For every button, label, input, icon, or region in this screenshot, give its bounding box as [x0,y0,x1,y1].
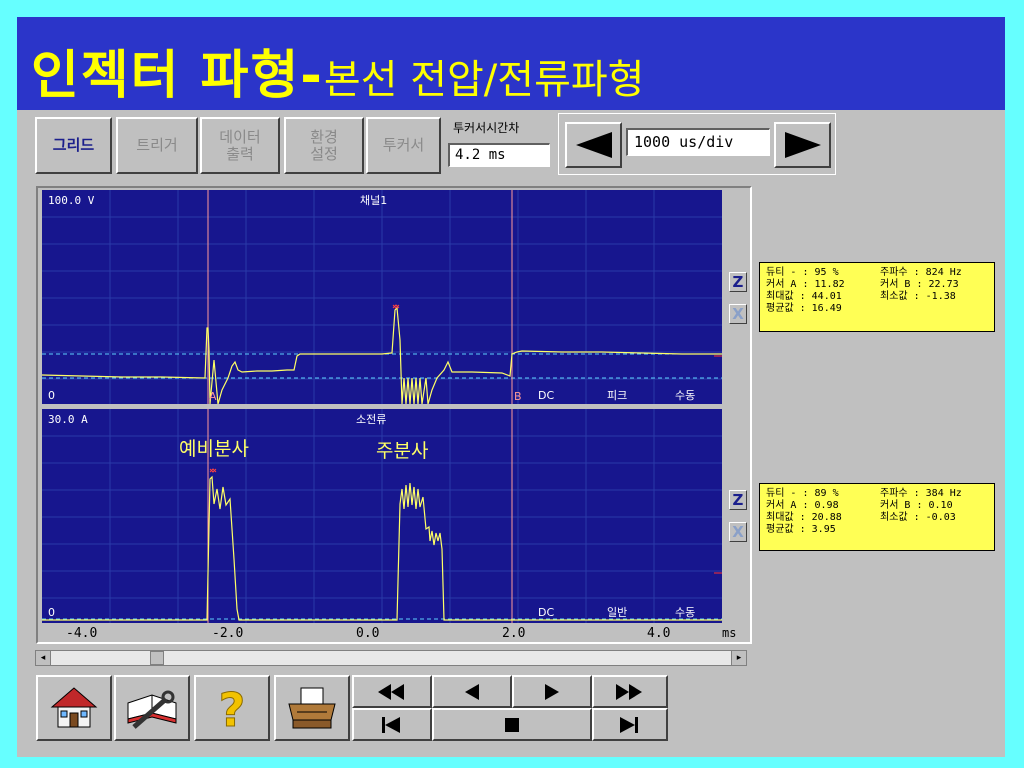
x-tick: -4.0 [66,626,98,641]
duty-value: 듀티 - : 95 % [766,267,839,278]
channel1-coupling: DC [538,389,554,402]
cursor-a-value: 커서 A : 0.98 [766,500,839,511]
min-value: 최소값 : -0.03 [880,512,956,523]
max-value: 최대값 : 44.01 [766,291,842,302]
last-icon [620,716,638,733]
time-scrollbar[interactable]: ◂ ▸ [35,650,747,666]
channel2-name: 소전류 [356,413,386,426]
question-icon: ? [218,684,246,732]
printer-icon [288,687,336,729]
duty-value: 듀티 - : 89 % [766,488,839,499]
channel1-info-panel: 듀티 - : 95 % 주파수 : 824 Hz 커서 A : 11.82 커서 B… [759,262,995,332]
play-icon [545,683,559,700]
channel2-coupling: DC [538,606,554,619]
scroll-left-icon[interactable]: ◂ [36,651,51,665]
freq-value: 주파수 : 824 Hz [880,267,962,278]
grid-button[interactable]: 그리드 [35,117,112,174]
cursor-a-label: A [209,390,217,403]
play-button[interactable] [512,675,592,708]
main-injection-label: 주분사 [376,440,428,462]
cursor-diff-label: 투커서시간차 [453,121,520,135]
channel2-plot[interactable]: 30.0 A 소전류 예비분사 주분사 0 DC 일반 수동 [42,409,722,623]
fast-forward-button[interactable] [592,675,668,708]
x-axis: -4.0 -2.0 0.0 2.0 4.0 ms [42,626,748,644]
channel1-mode: 피크 [607,389,627,402]
pilot-injection-label: 예비분사 [179,438,249,460]
channel1-close-button[interactable]: X [729,304,747,324]
channel2-mode: 일반 [607,605,627,619]
env-settings-button[interactable]: 환경 설정 [284,117,364,174]
cursor-b-value: 커서 B : 0.10 [880,500,953,511]
step-back-icon [465,683,479,700]
stop-icon [505,717,519,732]
two-cursor-button[interactable]: 투커서 [366,117,441,174]
title-banner: 인젝터 파형-본선 전압/전류파형 [17,17,1005,110]
step-back-button[interactable] [432,675,512,708]
right-arrow-icon [784,132,821,158]
avg-value: 평균값 : 3.95 [766,524,836,535]
channel1-zero-label: 0 [48,389,55,402]
timebase-increase-button[interactable] [774,122,831,168]
data-output-button[interactable]: 데이터 출력 [200,117,280,174]
svg-text:?: ? [219,684,246,732]
channel1-plot[interactable]: 100.0 V 채널1 0 A B DC 피크 수동 [42,190,722,404]
fast-forward-icon [616,683,642,700]
fast-backward-button[interactable] [352,675,432,708]
min-value: 최소값 : -1.38 [880,291,956,302]
last-button[interactable] [592,708,668,741]
help-button[interactable]: ? [194,675,270,741]
timebase-field[interactable]: 1000 us/div [626,128,770,156]
x-tick: -2.0 [212,626,244,641]
trigger-button[interactable]: 트리거 [116,117,198,174]
avg-value: 평균값 : 16.49 [766,303,842,314]
x-tick: 0.0 [356,626,380,641]
channel1-zoom-button[interactable]: Z [729,272,747,292]
channel2-zoom-button[interactable]: Z [729,490,747,510]
x-tick: 4.0 [647,626,671,641]
x-tick: 2.0 [502,626,526,641]
scroll-right-icon[interactable]: ▸ [731,651,746,665]
channel1-scale: 100.0 V [48,194,95,207]
channel2-close-button[interactable]: X [729,522,747,542]
channel2-zero-label: 0 [48,606,55,619]
manual-tools-icon [127,690,177,729]
channel2-scale: 30.0 A [48,413,88,426]
cursor-b-label: B [514,390,522,403]
scroll-thumb[interactable] [150,651,164,665]
left-arrow-icon [575,132,612,158]
freq-value: 주파수 : 384 Hz [880,488,962,499]
channel1-trigger: 수동 [675,389,695,402]
channel2-trigger: 수동 [675,606,695,619]
page-title: 인젝터 파형-본선 전압/전류파형 [31,46,645,106]
max-value: 최대값 : 20.88 [766,512,842,523]
stop-button[interactable] [432,708,592,741]
timebase-decrease-button[interactable] [565,122,622,168]
manual-button[interactable] [114,675,190,741]
home-icon [50,687,98,728]
cursor-diff-field[interactable]: 4.2 ms [448,143,550,167]
fast-backward-icon [378,683,404,700]
channel1-name: 채널1 [360,194,387,207]
cursor-b-value: 커서 B : 22.73 [880,279,959,290]
cursor-a-value: 커서 A : 11.82 [766,279,845,290]
x-axis-unit: ms [722,626,737,640]
first-icon [382,716,400,733]
channel2-info-panel: 듀티 - : 89 % 주파수 : 384 Hz 커서 A : 0.98 커서 B … [759,483,995,551]
print-button[interactable] [274,675,350,741]
home-button[interactable] [36,675,112,741]
first-button[interactable] [352,708,432,741]
